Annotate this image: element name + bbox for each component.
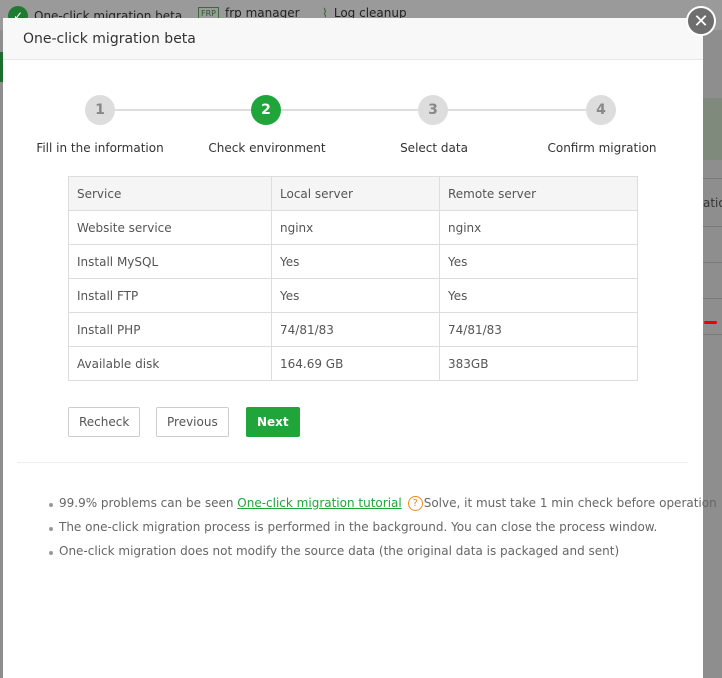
tutorial-link[interactable]: One-click migration tutorial [237, 496, 401, 510]
table-cell: Yes [271, 278, 440, 313]
bg-divider [703, 178, 722, 179]
table-row: Install PHP 74/81/83 74/81/83 [68, 312, 638, 347]
note-text: 99.9% problems can be seen [59, 496, 238, 510]
next-button[interactable]: Next [246, 407, 300, 437]
table-row: Install FTP Yes Yes [68, 278, 638, 313]
dialog-title: One-click migration beta [3, 18, 703, 60]
table-cell: Website service [68, 210, 272, 245]
table-cell: 383GB [439, 346, 638, 381]
environment-table: Service Local server Remote server Websi… [68, 176, 638, 381]
divider [17, 462, 688, 463]
table-row: Website service nginx nginx [68, 210, 638, 245]
step-connector [448, 109, 588, 111]
migration-dialog: One-click migration beta 1 2 3 4 Fill in… [3, 18, 717, 678]
col-local: Local server [271, 176, 440, 211]
step-4-circle: 4 [586, 95, 616, 125]
bg-divider [703, 262, 722, 263]
table-cell: 74/81/83 [271, 312, 440, 347]
step-1-label: Fill in the information [36, 141, 164, 155]
table-header-row: Service Local server Remote server [68, 176, 638, 211]
table-cell: nginx [271, 210, 440, 245]
note-item: One-click migration does not modify the … [49, 544, 717, 568]
step-4-label: Confirm migration [547, 141, 657, 155]
table-row: Available disk 164.69 GB 383GB [68, 346, 638, 381]
table-cell: Available disk [68, 346, 272, 381]
recheck-button[interactable]: Recheck [68, 407, 141, 437]
bg-divider [703, 226, 722, 227]
note-text: Solve, it must take 1 min check before o… [423, 496, 717, 510]
col-service: Service [68, 176, 272, 211]
step-2-circle: 2 [251, 95, 281, 125]
close-icon[interactable]: ✕ [686, 6, 716, 36]
note-item: 99.9% problems can be seen One-click mig… [49, 496, 717, 520]
table-cell: Yes [439, 278, 638, 313]
bg-divider [703, 298, 722, 299]
bg-panel [703, 98, 722, 160]
step-3-circle: 3 [418, 95, 448, 125]
bg-red-mark [704, 321, 717, 324]
bg-divider [703, 334, 722, 335]
table-cell: Yes [439, 244, 638, 279]
col-remote: Remote server [439, 176, 638, 211]
help-icon[interactable]: ? [407, 496, 423, 511]
table-cell: Install FTP [68, 278, 272, 313]
table-cell: Install PHP [68, 312, 272, 347]
table-cell: 164.69 GB [271, 346, 440, 381]
step-3-label: Select data [400, 141, 468, 155]
note-item: The one-click migration process is perfo… [49, 520, 717, 544]
table-cell: 74/81/83 [439, 312, 638, 347]
step-connector [115, 109, 255, 111]
step-connector [281, 109, 421, 111]
table-row: Install MySQL Yes Yes [68, 244, 638, 279]
table-cell: nginx [439, 210, 638, 245]
step-1-circle: 1 [85, 95, 115, 125]
notes-list: 99.9% problems can be seen One-click mig… [49, 496, 717, 568]
table-cell: Install MySQL [68, 244, 272, 279]
table-cell: Yes [271, 244, 440, 279]
bg-partial-text: ation [703, 196, 722, 210]
previous-button[interactable]: Previous [156, 407, 229, 437]
step-2-label: Check environment [208, 141, 326, 155]
